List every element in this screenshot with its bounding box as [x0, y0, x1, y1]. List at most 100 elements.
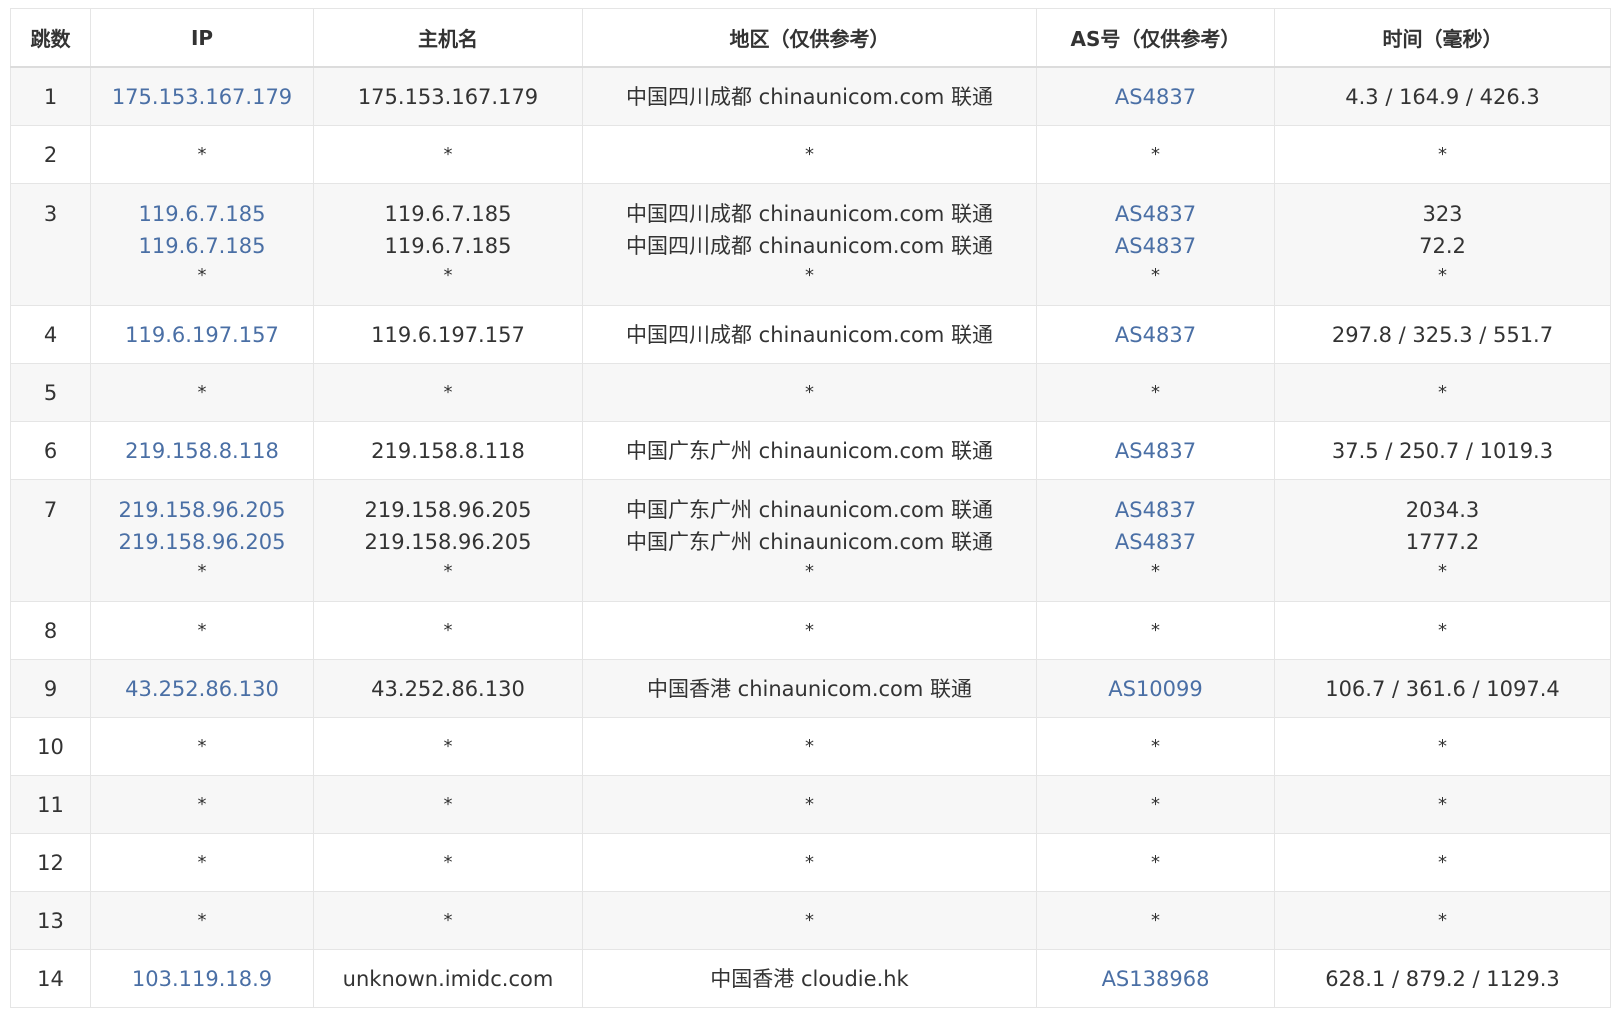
hostname-value: 219.158.8.118	[371, 438, 525, 463]
ip-cell: 103.119.18.9	[90, 949, 314, 1008]
ip-value: *	[197, 619, 207, 641]
time-value: 72.2	[1419, 234, 1466, 258]
ip-link[interactable]: 103.119.18.9	[91, 963, 313, 995]
hop-number: 10	[37, 734, 64, 759]
column-header-ip: IP	[90, 8, 314, 68]
region-value: *	[805, 265, 814, 286]
as-number-cell: AS4837 AS4837 *	[1036, 479, 1275, 602]
column-header-region: 地区（仅供参考）	[582, 8, 1037, 68]
ip-link[interactable]: 119.6.197.157	[91, 319, 313, 351]
time-cell: *	[1274, 833, 1611, 892]
ip-link[interactable]: 219.158.8.118	[91, 435, 313, 467]
as-number-link[interactable]: AS4837	[1037, 319, 1274, 351]
region-value: 中国四川成都 chinaunicom.com 联通	[625, 84, 994, 109]
time-cell: *	[1274, 363, 1611, 422]
ip-link[interactable]: 119.6.7.185	[91, 198, 313, 230]
time-cell: 2034.3 1777.2 *	[1274, 479, 1611, 602]
as-number-link[interactable]: AS4837	[1037, 494, 1274, 526]
column-header-hop: 跳数	[10, 8, 91, 68]
as-number-value: *	[1151, 619, 1160, 641]
hostname-value: *	[443, 851, 453, 873]
as-number-value: *	[1151, 143, 1160, 165]
as-number-cell: AS10099	[1036, 659, 1275, 718]
ip-value: *	[197, 381, 207, 403]
ip-cell: *	[90, 717, 314, 776]
ip-value: *	[197, 561, 207, 582]
ip-value: *	[197, 851, 207, 873]
region-cell: *	[582, 601, 1037, 660]
hostname-value: 175.153.167.179	[357, 84, 539, 109]
hostname-value: *	[443, 381, 453, 403]
ip-cell: *	[90, 601, 314, 660]
ip-link[interactable]: 175.153.167.179	[91, 81, 313, 113]
time-value: 4.3 / 164.9 / 426.3	[1345, 84, 1540, 109]
ip-link[interactable]: 43.252.86.130	[91, 673, 313, 705]
region-cell: *	[582, 125, 1037, 184]
ip-link[interactable]: 119.6.7.185	[91, 230, 313, 262]
as-number-link[interactable]: AS4837	[1037, 81, 1274, 113]
hop-number: 5	[43, 380, 58, 405]
time-cell: 106.7 / 361.6 / 1097.4	[1274, 659, 1611, 718]
as-number-link[interactable]: AS138968	[1037, 963, 1274, 995]
time-cell: 4.3 / 164.9 / 426.3	[1274, 66, 1611, 126]
as-number-cell: AS138968	[1036, 949, 1275, 1008]
table-row: 2 * * * * *	[10, 125, 1611, 184]
as-number-cell: *	[1036, 833, 1275, 892]
hop-number: 12	[37, 850, 64, 875]
region-value: *	[805, 851, 814, 873]
as-number-link[interactable]: AS4837	[1037, 230, 1274, 262]
column-header-as-number: AS号（仅供参考）	[1036, 8, 1275, 68]
hop-cell: 1	[10, 66, 91, 126]
hop-cell: 6	[10, 421, 91, 480]
region-value: *	[805, 143, 814, 165]
region-cell: *	[582, 363, 1037, 422]
traceroute-table: 跳数 IP 主机名 地区（仅供参考） AS号（仅供参考） 时间（毫秒） 1 175…	[10, 8, 1611, 1008]
hostname-cell: *	[313, 891, 583, 950]
ip-link[interactable]: 219.158.96.205	[91, 494, 313, 526]
ip-cell: *	[90, 363, 314, 422]
as-number-link[interactable]: AS4837	[1037, 198, 1274, 230]
time-cell: *	[1274, 775, 1611, 834]
time-cell: *	[1274, 717, 1611, 776]
as-number-cell: *	[1036, 125, 1275, 184]
hostname-value: *	[443, 265, 453, 286]
hostname-value: 219.158.96.205	[364, 530, 532, 554]
hop-number: 11	[37, 792, 64, 817]
as-number-link[interactable]: AS4837	[1037, 435, 1274, 467]
hostname-value: *	[443, 735, 453, 757]
hop-cell: 11	[10, 775, 91, 834]
region-value: 中国四川成都 chinaunicom.com 联通	[625, 234, 994, 258]
ip-cell: *	[90, 775, 314, 834]
time-cell: *	[1274, 601, 1611, 660]
table-row: 10 * * * * *	[10, 717, 1611, 776]
ip-link[interactable]: 219.158.96.205	[91, 526, 313, 558]
as-number-value: *	[1151, 381, 1160, 403]
as-number-value: *	[1151, 909, 1160, 931]
hostname-cell: 43.252.86.130	[313, 659, 583, 718]
time-value: *	[1438, 909, 1447, 931]
hostname-cell: *	[313, 833, 583, 892]
time-cell: 297.8 / 325.3 / 551.7	[1274, 305, 1611, 364]
ip-cell: 219.158.96.205 219.158.96.205 *	[90, 479, 314, 602]
hop-number: 7	[43, 498, 58, 522]
region-cell: 中国广东广州 chinaunicom.com 联通 中国广东广州 chinauni…	[582, 479, 1037, 602]
as-number-link[interactable]: AS4837	[1037, 526, 1274, 558]
hostname-cell: *	[313, 717, 583, 776]
hop-cell: 2	[10, 125, 91, 184]
time-value: *	[1438, 851, 1447, 873]
region-value: 中国香港 cloudie.hk	[710, 966, 909, 991]
as-number-value: *	[1151, 793, 1160, 815]
region-cell: *	[582, 833, 1037, 892]
hop-number: 8	[43, 618, 58, 643]
table-row: 12 * * * * *	[10, 833, 1611, 892]
hop-cell: 3	[10, 183, 91, 306]
ip-cell: 175.153.167.179	[90, 66, 314, 126]
region-value: 中国香港 chinaunicom.com 联通	[646, 676, 973, 701]
hop-cell: 13	[10, 891, 91, 950]
as-number-link[interactable]: AS10099	[1037, 673, 1274, 705]
hostname-value: 119.6.7.185	[384, 234, 512, 258]
region-value: 中国广东广州 chinaunicom.com 联通	[625, 438, 994, 463]
hostname-value: *	[443, 619, 453, 641]
hostname-value: *	[443, 909, 453, 931]
hop-cell: 12	[10, 833, 91, 892]
